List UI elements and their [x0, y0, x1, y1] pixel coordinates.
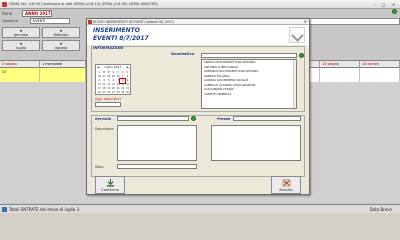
download-arrow-icon	[106, 179, 114, 187]
month-label: luglio	[16, 46, 26, 50]
month-button-august[interactable]: ★ agosto	[42, 40, 80, 51]
app-icon	[2, 2, 7, 7]
status-ok-icon	[392, 9, 397, 14]
window-title: GEMA Ver. 4.6.90 Contenuto ai dati GEMA …	[9, 2, 159, 6]
app-icon	[88, 20, 92, 24]
prev-month-icon[interactable]: ◄	[97, 65, 99, 70]
confirm-label: Conferma	[101, 188, 119, 192]
calendar-month: luglio 2017	[104, 65, 122, 69]
right-filter-field[interactable]	[305, 18, 400, 25]
day-header[interactable]: 13 sabato	[320, 61, 360, 68]
dialog-header: INSERIMENTO EVENTI 8/7/2017	[87, 25, 309, 45]
minimize-button[interactable]: –	[372, 2, 377, 7]
descrizione-label: Descrizione	[95, 127, 114, 131]
status-date-format: Data Breve	[369, 207, 392, 212]
date-input[interactable]	[95, 102, 121, 107]
dialog-close-icon[interactable]: ✕	[304, 19, 307, 24]
descrizione-textarea[interactable]	[117, 125, 197, 161]
calendar-day[interactable]: 30	[125, 91, 130, 95]
day-header[interactable]: 14 domen	[360, 61, 400, 68]
month-label: agosto	[54, 46, 68, 50]
year-select[interactable]: ANNO 2017	[22, 10, 52, 17]
client-list-scrollbar[interactable]	[293, 60, 296, 108]
pencil-icon	[289, 27, 305, 43]
grid-cell[interactable]	[360, 68, 400, 82]
grid-cell[interactable]: 33	[0, 68, 40, 82]
stato-label: Stato	[95, 165, 104, 169]
close-button[interactable]: ✕	[391, 2, 396, 7]
prezzo-label: Prezzo	[217, 117, 231, 121]
date-picker[interactable]: ◄ luglio 2017 ► L M M G V S D 26 27 28 29 30 1 2 3 4 5 6 7…	[95, 64, 131, 95]
nominativo-search-input[interactable]	[201, 53, 297, 58]
month-button-january[interactable]: ★ gennaio	[2, 27, 40, 38]
notes-textarea[interactable]	[211, 125, 301, 161]
dialog-heading: INSERIMENTO	[93, 27, 140, 34]
informazioni-label: INFORMAZIONI	[93, 46, 124, 50]
cancel-label: Annulla	[279, 188, 293, 192]
servizio-select[interactable]	[117, 116, 189, 121]
dialog-title: NUOVO INSERIMENTO IN EVENTI (sabato 08, …	[93, 20, 175, 24]
servizio-label: Servizio	[95, 117, 112, 121]
today-label: Oggi: 08/07/2017	[95, 97, 122, 101]
dialog-subheading: EVENTI 8/7/2017	[93, 35, 149, 42]
client-list[interactable]: ANGELO RISTORANTE DON ANTONIO ANTONIO O M…	[201, 59, 297, 109]
day-header[interactable]	[310, 61, 320, 68]
client-list-item[interactable]: CLIENTE GENERICO	[202, 92, 296, 97]
month-label: febbraio	[53, 33, 69, 37]
year-label: Anno	[2, 11, 13, 16]
cancel-button[interactable]: Annulla	[271, 176, 301, 194]
window-titlebar: GEMA Ver. 4.6.90 Contenuto ai dati GEMA …	[0, 0, 400, 9]
status-text: Totali ENTRATE del mese di luglio 3	[9, 207, 80, 212]
cancel-icon	[282, 179, 290, 187]
calendar-header: ◄ luglio 2017 ►	[96, 65, 130, 70]
add-client-icon[interactable]	[299, 53, 304, 58]
gestione-label: Gestione	[2, 19, 18, 23]
grid-cell[interactable]	[40, 68, 86, 82]
nominativo-label: Nominativo	[171, 52, 195, 56]
prezzo-input[interactable]	[233, 116, 301, 121]
month-label: gennaio	[13, 33, 29, 37]
grid-cell[interactable]	[320, 68, 360, 82]
insert-event-dialog: NUOVO INSERIMENTO IN EVENTI (sabato 08, …	[86, 18, 310, 195]
month-button-february[interactable]: ★ febbraio	[42, 27, 80, 38]
calendar-week: 24 25 26 27 28 29 30	[97, 91, 130, 95]
grid-cell[interactable]	[310, 68, 320, 82]
day-header[interactable]: 2 sabato	[0, 61, 40, 68]
add-service-icon[interactable]	[191, 116, 196, 121]
calendar-days: L M M G V S D 26 27 28 29 30 1 2 3 4 5 6 7 8 9 10 11 12 13 14 15 16…	[97, 71, 130, 95]
day-header[interactable]: 1 mercoledì	[40, 61, 86, 68]
maximize-button[interactable]: □	[381, 2, 386, 7]
confirm-button[interactable]: Conferma	[95, 176, 125, 194]
status-bar: Totali ENTRATE del mese di luglio 3 Data…	[0, 204, 400, 213]
month-button-july[interactable]: ★ luglio	[2, 40, 40, 51]
stato-select[interactable]	[117, 164, 197, 169]
gestione-select[interactable]: EVENTI	[30, 18, 70, 24]
next-month-icon[interactable]: ►	[127, 65, 129, 70]
info-icon	[2, 207, 7, 212]
